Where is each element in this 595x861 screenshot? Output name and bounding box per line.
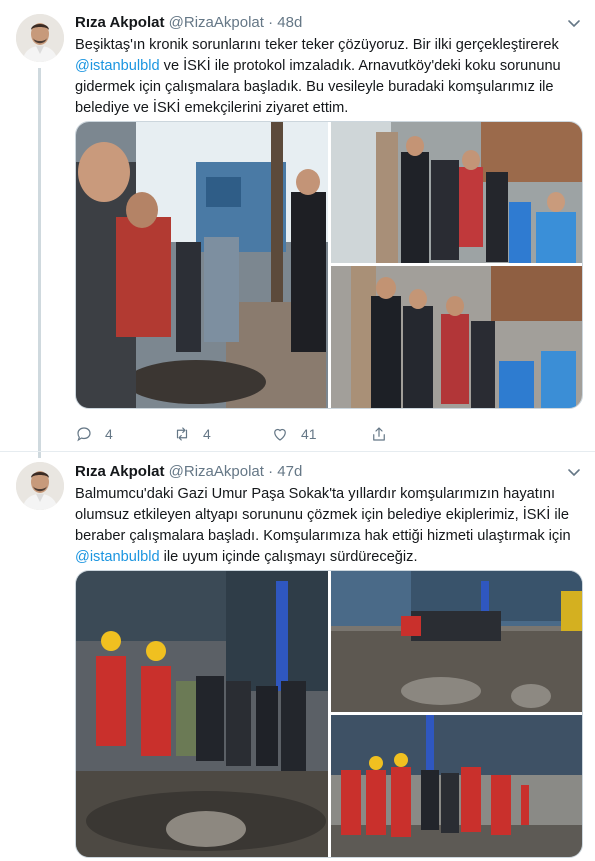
share-button[interactable]	[370, 424, 388, 444]
photo-officials-group[interactable]	[331, 122, 582, 263]
heart-icon	[274, 428, 286, 441]
tweet-text-part: ile uyum içinde çalışmayı sürdüreceğiz.	[159, 549, 418, 565]
tweet-actions: 4 4 41	[75, 424, 495, 444]
tweet[interactable]: Rıza Akpolat @RizaAkpolat · 47d Balmumcu…	[0, 452, 595, 861]
tweet-header: Rıza Akpolat @RizaAkpolat · 47d	[75, 462, 302, 482]
separator-dot: ·	[268, 463, 274, 480]
author-name[interactable]: Rıza Akpolat	[75, 463, 164, 480]
photo-workers-manhole[interactable]	[76, 122, 328, 408]
retweet-icon	[176, 427, 188, 441]
avatar[interactable]	[16, 14, 64, 62]
photo-excavation-pipes[interactable]	[331, 571, 582, 712]
tweet-header: Rıza Akpolat @RizaAkpolat · 48d	[75, 13, 302, 33]
tweet[interactable]: Rıza Akpolat @RizaAkpolat · 48d Beşiktaş…	[0, 0, 595, 458]
like-count: 41	[301, 426, 317, 442]
author-name[interactable]: Rıza Akpolat	[75, 14, 164, 31]
mention-link[interactable]: @istanbulbld	[75, 58, 160, 74]
reply-count: 4	[105, 426, 113, 442]
photo-workers-street[interactable]	[331, 715, 582, 857]
photo-officials-group-closeup[interactable]	[331, 266, 582, 408]
tweet-text-part: Balmumcu'daki Gazi Umur Paşa Sokak'ta yı…	[75, 486, 571, 544]
avatar[interactable]	[16, 462, 64, 510]
tweet-timestamp[interactable]: 47d	[277, 463, 302, 480]
chevron-down-icon[interactable]	[567, 16, 581, 30]
retweet-count: 4	[203, 426, 211, 442]
chevron-down-icon[interactable]	[567, 465, 581, 479]
tweet-timestamp[interactable]: 48d	[277, 14, 302, 31]
tweet-media-grid	[75, 121, 583, 409]
reply-button[interactable]: 4	[75, 424, 113, 444]
retweet-button[interactable]: 4	[173, 424, 211, 444]
tweet-text-part: Beşiktaş'ın kronik sorunlarını teker tek…	[75, 37, 559, 53]
tweet-media-grid	[75, 570, 583, 858]
mention-link[interactable]: @istanbulbld	[75, 549, 160, 565]
author-handle[interactable]: @RizaAkpolat	[169, 14, 264, 31]
like-button[interactable]: 41	[271, 424, 317, 444]
tweet-text: Beşiktaş'ın kronik sorunlarını teker tek…	[75, 35, 575, 119]
share-icon	[373, 427, 385, 441]
tweet-text: Balmumcu'daki Gazi Umur Paşa Sokak'ta yı…	[75, 484, 575, 568]
photo-construction-site-workers[interactable]	[76, 571, 328, 857]
thread-line	[38, 68, 41, 458]
reply-icon	[77, 427, 91, 442]
author-handle[interactable]: @RizaAkpolat	[169, 463, 264, 480]
separator-dot: ·	[268, 14, 274, 31]
